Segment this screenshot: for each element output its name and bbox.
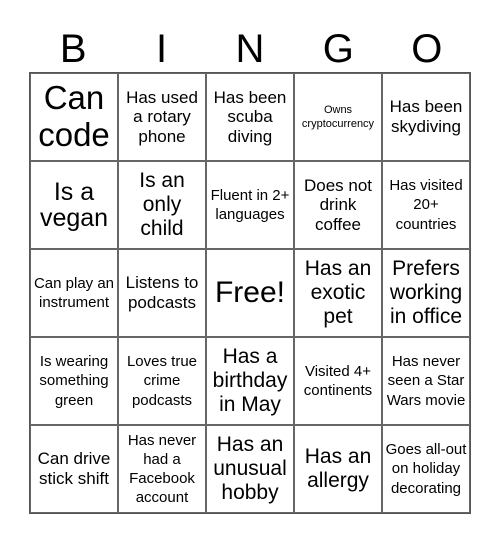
bingo-cell[interactable]: Is an only child <box>118 161 206 249</box>
bingo-cell-text: Can play an instrument <box>33 274 115 311</box>
bingo-cell[interactable]: Prefers working in office <box>382 249 470 337</box>
header-letter-n: N <box>235 27 265 71</box>
bingo-cell[interactable]: Listens to podcasts <box>118 249 206 337</box>
bingo-cell-text: Loves true crime podcasts <box>126 353 198 409</box>
bingo-cell-text: Is an only child <box>139 169 185 240</box>
bingo-cell-text: Has used a rotary phone <box>126 87 198 146</box>
bingo-cell[interactable]: Does not drink coffee <box>294 161 382 249</box>
bingo-cell-text: Has an exotic pet <box>304 257 372 328</box>
bingo-cell[interactable]: Is wearing something green <box>30 337 118 425</box>
bingo-cell-text: Free! <box>214 276 286 310</box>
bingo-cell-text: Prefers working in office <box>389 257 463 328</box>
bingo-cell-text: Has never had a Facebook account <box>127 431 197 507</box>
bingo-cell[interactable]: Can play an instrument <box>30 249 118 337</box>
bingo-cell-text: Owns cryptocurrency <box>301 103 375 130</box>
bingo-cell-text: Can code <box>38 79 110 153</box>
header-letter-o: O <box>411 27 443 71</box>
bingo-cell-text: Has visited 20+ countries <box>389 177 463 233</box>
bingo-cell-text: Visited 4+ continents <box>303 362 373 399</box>
bingo-cell-text: Has been skydiving <box>389 97 463 136</box>
bingo-cell[interactable]: Is a vegan <box>30 161 118 249</box>
bingo-cell-text: Has an allergy <box>304 445 372 492</box>
bingo-cell-text: Fluent in 2+ languages <box>210 186 290 223</box>
bingo-cell[interactable]: Has an allergy <box>294 425 382 513</box>
bingo-cell-text: Goes all-out on holiday decorating <box>385 441 467 497</box>
bingo-cell-text: Is wearing something green <box>39 353 109 409</box>
bingo-cell[interactable]: Has never seen a Star Wars movie <box>382 337 470 425</box>
bingo-cell[interactable]: Visited 4+ continents <box>294 337 382 425</box>
bingo-cell-text: Has never seen a Star Wars movie <box>386 353 466 409</box>
bingo-cell[interactable]: Fluent in 2+ languages <box>206 161 294 249</box>
bingo-cell-text: Can drive stick shift <box>37 449 111 488</box>
bingo-cell[interactable]: Has been scuba diving <box>206 73 294 161</box>
bingo-cell[interactable]: Has been skydiving <box>382 73 470 161</box>
bingo-cell[interactable]: Has never had a Facebook account <box>118 425 206 513</box>
bingo-cell[interactable]: Can drive stick shift <box>30 425 118 513</box>
bingo-cell[interactable]: Has used a rotary phone <box>118 73 206 161</box>
bingo-cell-text: Does not drink coffee <box>303 175 373 234</box>
bingo-cell-text: Is a vegan <box>39 177 109 232</box>
bingo-cell-text: Has been scuba diving <box>213 87 287 146</box>
header-letter-i: I <box>156 27 168 71</box>
bingo-cell-text: Has an unusual hobby <box>213 433 287 504</box>
bingo-cell[interactable]: Owns cryptocurrency <box>294 73 382 161</box>
bingo-header: B I N G O <box>29 26 471 72</box>
bingo-cell[interactable]: Can code <box>30 73 118 161</box>
header-letter-b: B <box>59 27 87 71</box>
bingo-cell-text: Listens to podcasts <box>125 273 199 312</box>
bingo-cell[interactable]: Goes all-out on holiday decorating <box>382 425 470 513</box>
bingo-cell[interactable]: Has a birthday in May <box>206 337 294 425</box>
bingo-cell[interactable]: Has visited 20+ countries <box>382 161 470 249</box>
bingo-grid: Can code Has used a rotary phone Has been … <box>29 72 471 514</box>
free-space-cell[interactable]: Free! <box>206 249 294 337</box>
bingo-cell[interactable]: Has an unusual hobby <box>206 425 294 513</box>
bingo-cell[interactable]: Loves true crime podcasts <box>118 337 206 425</box>
bingo-cell-text: Has a birthday in May <box>212 345 288 416</box>
header-letter-g: G <box>322 27 354 71</box>
bingo-cell[interactable]: Has an exotic pet <box>294 249 382 337</box>
